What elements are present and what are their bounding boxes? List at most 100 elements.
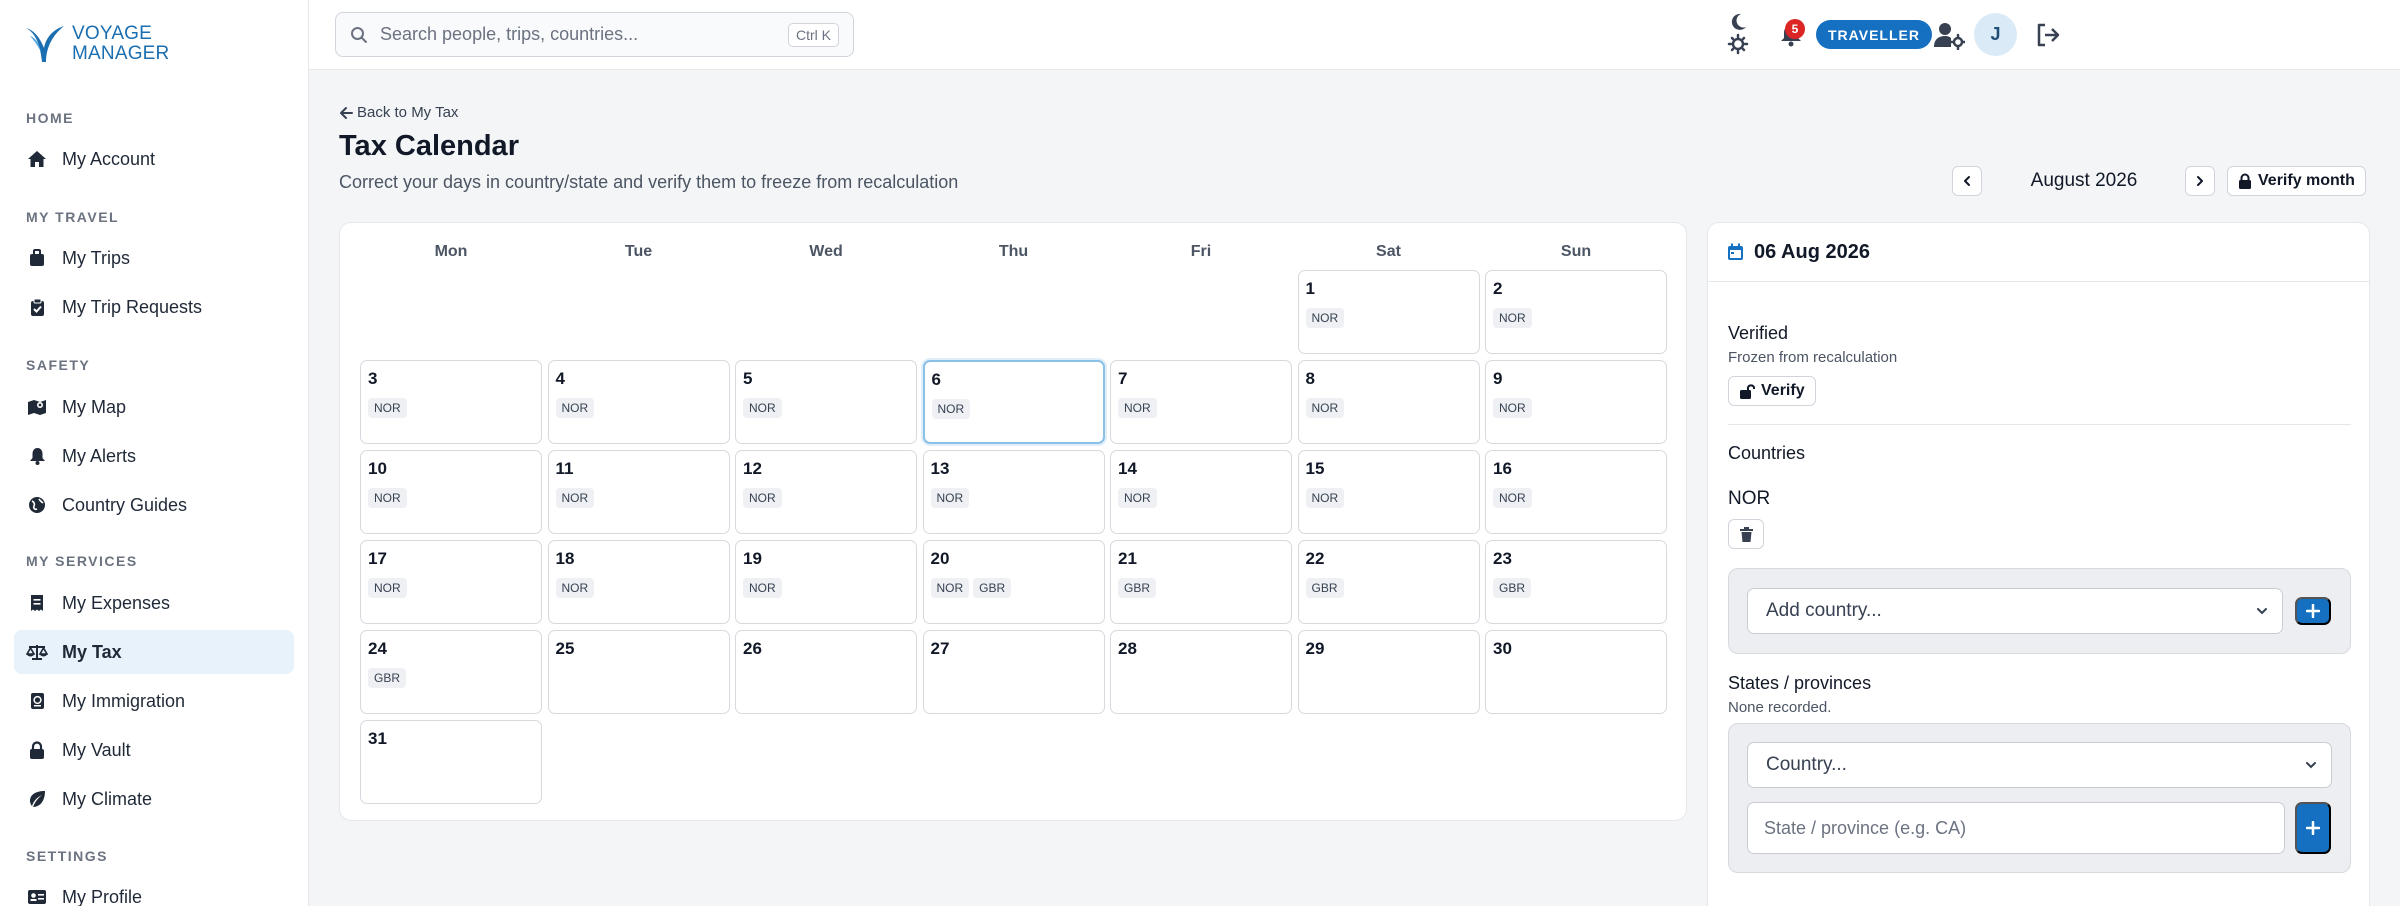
lock-icon	[2239, 173, 2251, 189]
sidebar-item-country-guides[interactable]: Country Guides	[14, 483, 294, 527]
day-number: 23	[1493, 549, 1512, 568]
country-tag: NOR	[1118, 488, 1157, 508]
add-country-select[interactable]: Add country...	[1747, 588, 2283, 634]
sidebar-item-my-profile[interactable]: My Profile	[14, 875, 294, 906]
day-cell-13[interactable]: 13 NOR	[922, 450, 1105, 534]
day-cell-15[interactable]: 15 NOR	[1297, 450, 1480, 534]
sidebar-item-my-immigration[interactable]: My Immigration	[14, 679, 294, 723]
next-month-button[interactable]	[2185, 166, 2215, 196]
sidebar-item-my-vault[interactable]: My Vault	[14, 728, 294, 772]
day-number: 13	[930, 459, 950, 478]
country-tag: NOR	[368, 488, 407, 508]
day-cell-4[interactable]: 4 NOR	[547, 360, 730, 444]
day-cell-29[interactable]: 29	[1297, 630, 1480, 714]
day-cell-30[interactable]: 30	[1485, 630, 1667, 714]
day-number: 27	[930, 639, 950, 658]
state-province-placeholder: State / province (e.g. CA)	[1764, 817, 1967, 838]
day-cell-23[interactable]: 23 GBR	[1485, 540, 1667, 624]
day-number: 5	[743, 369, 753, 388]
previous-month-button[interactable]	[1952, 166, 1982, 196]
day-cell-14[interactable]: 14 NOR	[1110, 450, 1292, 534]
chevron-down-icon	[2257, 608, 2267, 615]
day-cell-9[interactable]: 9 NOR	[1485, 360, 1667, 444]
unlock-icon	[1740, 384, 1755, 399]
day-cell-6[interactable]: 6 NOR	[922, 360, 1105, 444]
tax-calendar: Mon Tue Wed Thu Fri Sat Sun 1 NOR 2 NOR 3 NOR 4 NOR 5 NO…	[339, 222, 1687, 821]
country-tag: NOR	[930, 488, 970, 508]
day-country-tags: NOR	[1118, 398, 1157, 418]
brand-logo[interactable]: VOYAGE MANAGER	[24, 22, 169, 66]
brand-name-line1: VOYAGE	[72, 23, 153, 44]
country-tag: NOR	[555, 398, 595, 418]
user-settings-icon[interactable]	[1933, 20, 1965, 50]
country-tag: NOR	[1493, 398, 1532, 418]
sidebar-item-label: My Account	[62, 148, 156, 169]
arrow-left-icon	[340, 106, 353, 119]
day-cell-19[interactable]: 19 NOR	[735, 540, 917, 624]
day-cell-10[interactable]: 10 NOR	[360, 450, 542, 534]
day-cell-18[interactable]: 18 NOR	[547, 540, 730, 624]
day-cell-17[interactable]: 17 NOR	[360, 540, 542, 624]
search-input[interactable]	[380, 24, 788, 45]
sidebar-item-my-tax[interactable]: My Tax	[14, 630, 294, 674]
day-country-tags: NOR	[555, 398, 595, 418]
day-cell-7[interactable]: 7 NOR	[1110, 360, 1292, 444]
add-country-button[interactable]	[2295, 597, 2331, 625]
verify-month-button[interactable]: Verify month	[2227, 166, 2366, 196]
day-cell-24[interactable]: 24 GBR	[360, 630, 542, 714]
state-country-select[interactable]: Country...	[1747, 742, 2332, 788]
add-state-button[interactable]	[2295, 802, 2331, 854]
day-cell-26[interactable]: 26	[735, 630, 917, 714]
remove-country-button[interactable]	[1728, 519, 1764, 549]
day-cell-21[interactable]: 21 GBR	[1110, 540, 1292, 624]
day-cell-22[interactable]: 22 GBR	[1297, 540, 1480, 624]
day-cell-27[interactable]: 27	[922, 630, 1105, 714]
search-bar[interactable]: Ctrl K	[335, 12, 854, 57]
day-cell-31[interactable]: 31	[360, 720, 542, 804]
logout-icon[interactable]	[2034, 20, 2062, 50]
state-province-input[interactable]: State / province (e.g. CA)	[1747, 802, 2285, 854]
lock-icon	[26, 739, 48, 761]
nav-section-safety: SAFETY	[26, 357, 91, 373]
sidebar-item-my-climate[interactable]: My Climate	[14, 777, 294, 821]
sidebar-item-my-trip-requests[interactable]: My Trip Requests	[14, 285, 294, 329]
bell-icon	[26, 445, 48, 467]
day-cell-16[interactable]: 16 NOR	[1485, 450, 1667, 534]
sidebar-item-my-account[interactable]: My Account	[14, 137, 294, 181]
chevron-left-icon	[1964, 176, 1970, 186]
user-avatar[interactable]: J	[1974, 13, 2017, 56]
theme-toggle-icon[interactable]	[1724, 10, 1752, 58]
day-number: 12	[743, 459, 762, 478]
sidebar-item-my-alerts[interactable]: My Alerts	[14, 434, 294, 478]
nav-section-home: HOME	[26, 110, 74, 126]
sidebar: VOYAGE MANAGER HOME My Account MY TRAVEL My…	[0, 0, 309, 906]
weekday-tue: Tue	[624, 243, 653, 260]
day-cell-12[interactable]: 12 NOR	[735, 450, 917, 534]
plus-icon	[2306, 821, 2320, 835]
day-country-tags: NOR	[743, 578, 782, 598]
nav-section-my-services: MY SERVICES	[26, 553, 138, 569]
map-icon	[26, 396, 48, 418]
country-tag: GBR	[368, 668, 407, 688]
sidebar-item-my-expenses[interactable]: My Expenses	[14, 581, 294, 625]
role-badge[interactable]: TRAVELLER	[1816, 20, 1932, 49]
add-country-placeholder: Add country...	[1766, 600, 1882, 621]
day-cell-2[interactable]: 2 NOR	[1485, 270, 1667, 354]
sidebar-item-label: My Alerts	[62, 445, 137, 466]
day-cell-28[interactable]: 28	[1110, 630, 1292, 714]
day-cell-3[interactable]: 3 NOR	[360, 360, 542, 444]
day-country-tags: GBR	[368, 668, 407, 688]
day-cell-11[interactable]: 11 NOR	[547, 450, 730, 534]
day-country-tags: NOR	[1305, 308, 1345, 328]
back-link[interactable]: Back to My Tax	[339, 104, 458, 121]
day-country-tags: NOR	[368, 488, 407, 508]
day-cell-25[interactable]: 25	[547, 630, 730, 714]
verify-day-button[interactable]: Verify	[1728, 376, 1816, 406]
day-cell-1[interactable]: 1 NOR	[1297, 270, 1480, 354]
day-cell-8[interactable]: 8 NOR	[1297, 360, 1480, 444]
day-cell-20[interactable]: 20 NOR GBR	[922, 540, 1105, 624]
sidebar-item-my-map[interactable]: My Map	[14, 385, 294, 429]
sidebar-item-my-trips[interactable]: My Trips	[14, 236, 294, 280]
day-cell-5[interactable]: 5 NOR	[735, 360, 917, 444]
globe-icon	[26, 494, 48, 516]
